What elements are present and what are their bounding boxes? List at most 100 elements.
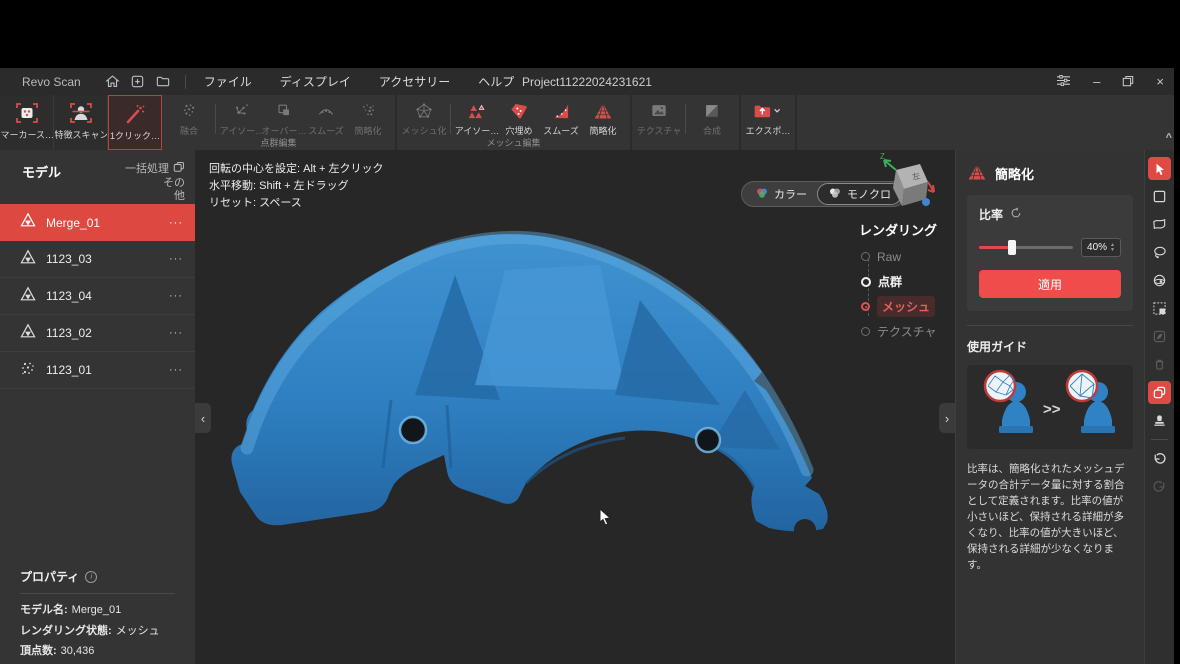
magic-wand-icon — [123, 102, 147, 126]
overlap-squares-icon — [274, 100, 294, 122]
model-row-1123-04[interactable]: 1123_04 ··· — [0, 278, 195, 315]
close-button[interactable]: × — [1156, 75, 1164, 88]
simplify-mesh-button[interactable]: 簡略化 — [582, 100, 624, 137]
smooth-points-button[interactable]: スムーズ — [305, 100, 347, 137]
guide-illustration: >> — [967, 365, 1133, 449]
restore-button[interactable] — [1122, 75, 1134, 89]
model-sidebar: モデル 一括処理 その他 Merge_01 ··· 1123_03 ··· — [0, 150, 195, 664]
panel-collapse-tab[interactable]: › — [939, 403, 955, 433]
fill-holes-button[interactable]: 穴埋め — [498, 100, 540, 137]
menu-display[interactable]: ディスプレイ — [280, 73, 351, 90]
apply-button[interactable]: 適用 — [979, 270, 1121, 298]
row-more-icon[interactable]: ··· — [169, 217, 183, 229]
meshing-button[interactable]: メッシュ化 — [403, 100, 445, 137]
rendering-options: Raw 点群 メッシュ テクスチャ — [861, 244, 945, 344]
feature-scan-button[interactable]: 特徴スキャン — [54, 95, 108, 150]
ratio-slider[interactable] — [979, 246, 1073, 249]
minimize-button[interactable]: – — [1093, 75, 1100, 88]
sidebar-title: モデル — [22, 162, 61, 181]
one-click-button[interactable]: 1クリック… — [108, 95, 162, 150]
menu-bar: ファイル ディスプレイ アクセサリー ヘルプ — [204, 73, 515, 90]
menu-accessory[interactable]: アクセサリー — [379, 73, 450, 90]
marker-scan-button[interactable]: マーカース… — [0, 95, 54, 150]
mesh-model-icon — [20, 212, 36, 233]
overlap-button[interactable]: オーバー… — [263, 100, 305, 137]
spinner-icon[interactable]: ▲▼ — [1110, 243, 1115, 252]
render-option-texture[interactable]: テクスチャ — [861, 319, 945, 344]
feedback-settings-icon[interactable] — [1056, 74, 1071, 89]
toolbar-group-texture: テクスチャ 合成 — [632, 95, 741, 150]
navigation-cube[interactable]: 左 Z — [876, 152, 938, 221]
invert-selection-tool[interactable] — [1148, 297, 1171, 320]
model-row-1123-02[interactable]: 1123_02 ··· — [0, 315, 195, 352]
ratio-value-input[interactable]: 40% ▲▼ — [1081, 238, 1121, 257]
redo-button[interactable] — [1148, 475, 1171, 498]
render-option-mesh[interactable]: メッシュ — [861, 294, 945, 319]
polygon-select-tool[interactable] — [1148, 213, 1171, 236]
model-row-1123-03[interactable]: 1123_03 ··· — [0, 241, 195, 278]
viewport-hints: 回転の中心を設定: Alt + 左クリック 水平移動: Shift + 左ドラッ… — [209, 161, 383, 212]
viewport-3d[interactable]: 回転の中心を設定: Alt + 左クリック 水平移動: Shift + 左ドラッ… — [195, 150, 955, 664]
selection-tool-rail — [1144, 150, 1174, 664]
sidebar-collapse-tab[interactable]: ‹ — [195, 403, 211, 433]
fusion-button[interactable]: 融合 — [168, 100, 210, 137]
isolated-mesh-button[interactable]: アイソー… — [456, 100, 498, 137]
duplicate-selection-tool[interactable] — [1148, 381, 1171, 404]
batch-process-button[interactable]: 一括処理 — [125, 160, 185, 176]
guide-bust-before — [985, 371, 1033, 433]
new-project-icon[interactable] — [130, 74, 145, 89]
open-folder-icon[interactable] — [155, 74, 171, 89]
row-more-icon[interactable]: ··· — [169, 290, 183, 302]
hint-reset: リセット: スペース — [209, 195, 383, 212]
delete-bucket-tool[interactable] — [1148, 353, 1171, 376]
info-icon[interactable]: i — [85, 571, 97, 583]
render-option-raw[interactable]: Raw — [861, 244, 945, 269]
model-3d-render — [195, 150, 955, 664]
home-icon[interactable] — [105, 74, 120, 89]
composite-button[interactable]: 合成 — [691, 100, 733, 137]
sidebar-more-label[interactable]: その他 — [159, 177, 185, 203]
simplify-points-button[interactable]: 簡略化 — [347, 100, 389, 137]
prop-vertex-count: 頂点数:30,436 — [20, 641, 175, 662]
undo-button[interactable] — [1148, 447, 1171, 470]
mouse-cursor — [598, 508, 612, 531]
model-list: Merge_01 ··· 1123_03 ··· 1123_04 ··· 112… — [0, 204, 195, 389]
row-more-icon[interactable]: ··· — [169, 253, 183, 265]
color-mode-option[interactable]: カラー — [745, 183, 817, 205]
toolbar-separator — [215, 104, 216, 134]
toolbar-group-export: エクスポ… — [741, 95, 797, 150]
simplify-mesh-icon — [967, 162, 987, 185]
model-row-merge-01[interactable]: Merge_01 ··· — [0, 204, 195, 241]
render-option-pointcloud[interactable]: 点群 — [861, 269, 945, 294]
lasso-select-tool[interactable] — [1148, 241, 1171, 264]
row-more-icon[interactable]: ··· — [169, 364, 183, 376]
fill-holes-icon — [509, 100, 529, 122]
menu-help[interactable]: ヘルプ — [478, 73, 514, 90]
select-cursor-tool[interactable] — [1148, 157, 1171, 180]
smooth-curve-icon — [316, 100, 336, 122]
feature-scan-icon — [69, 101, 93, 125]
smooth-mesh-button[interactable]: スムーズ — [540, 100, 582, 137]
guide-arrows: >> — [1043, 401, 1061, 418]
texture-button[interactable]: テクスチャ — [638, 100, 680, 137]
slider-handle[interactable] — [1008, 240, 1016, 255]
texture-image-icon — [649, 100, 669, 122]
export-button[interactable]: エクスポ… — [747, 100, 789, 137]
toolbar-collapse-caret[interactable]: ^ — [1166, 132, 1172, 144]
hint-rotate: 回転の中心を設定: Alt + 左クリック — [209, 161, 383, 178]
export-folder-icon — [752, 100, 784, 122]
point-cloud-icon — [20, 360, 36, 381]
rail-divider — [1151, 439, 1168, 440]
stamp-brush-tool[interactable] — [1148, 409, 1171, 432]
flip-normal-tool[interactable] — [1148, 325, 1171, 348]
isolated-points-button[interactable]: アイソー… — [221, 100, 263, 137]
properties-title: プロパティ — [20, 568, 79, 585]
ratio-label: 比率 — [979, 206, 1003, 223]
row-more-icon[interactable]: ··· — [169, 327, 183, 339]
connected-region-tool[interactable] — [1148, 269, 1171, 292]
model-row-1123-01[interactable]: 1123_01 ··· — [0, 352, 195, 389]
reset-refresh-icon[interactable] — [1010, 207, 1022, 222]
toolbar-group-mesh: メッシュ化 アイソー… 穴埋め スムーズ 簡略化 — [397, 95, 632, 150]
rectangle-select-tool[interactable] — [1148, 185, 1171, 208]
menu-file[interactable]: ファイル — [204, 73, 252, 90]
